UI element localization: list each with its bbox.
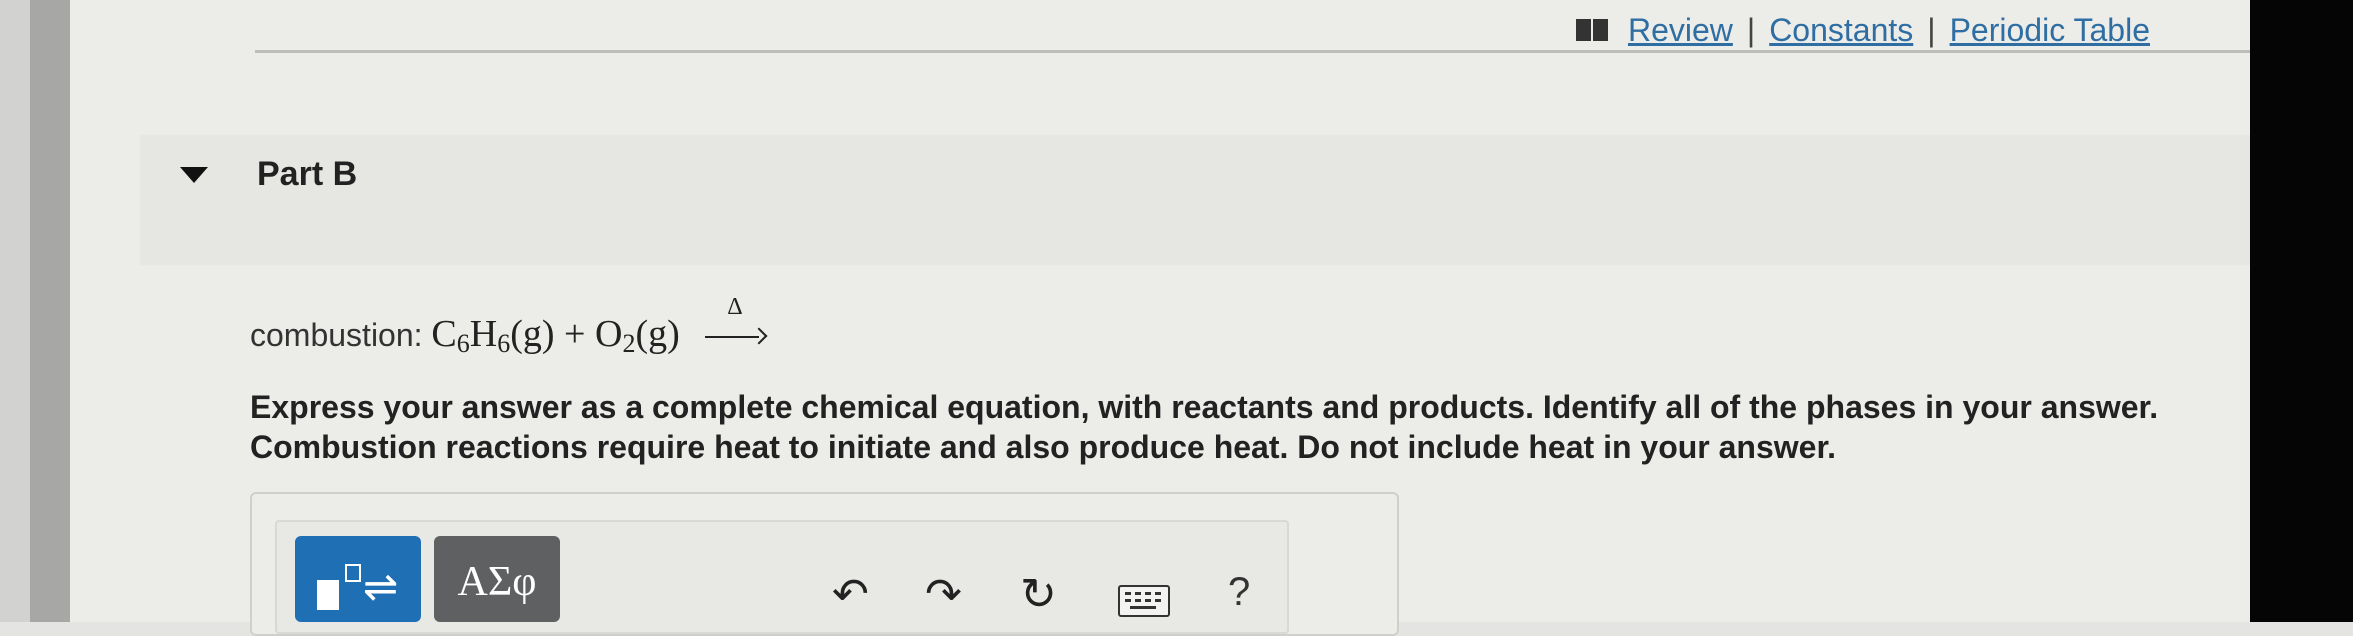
question-label: combustion:: [250, 317, 423, 353]
template-superscript-icon: [345, 564, 361, 582]
symbols-button[interactable]: ΑΣφ: [434, 536, 560, 622]
undo-icon[interactable]: ↶: [832, 570, 869, 620]
constants-link[interactable]: Constants: [1769, 12, 1913, 49]
book-icon: [1575, 19, 1608, 41]
equilibrium-arrow-icon: ⇌: [363, 562, 399, 611]
reaction-arrow-icon: Δ: [705, 294, 768, 348]
part-header[interactable]: [140, 135, 2250, 265]
subscript: 2: [622, 329, 636, 358]
keyboard-icon[interactable]: [1118, 585, 1170, 617]
reaction-expression: C6H6(g) + O2(g): [431, 313, 689, 358]
part-title: Part B: [257, 155, 358, 193]
link-separator: |: [1746, 11, 1756, 48]
resource-links: Review | Constants | Periodic Table: [1575, 8, 2150, 52]
subscript: 6: [497, 329, 511, 358]
help-button[interactable]: ?: [1228, 570, 1250, 615]
header-divider: [255, 50, 2250, 53]
template-square-icon: [317, 580, 339, 610]
element-symbol: O: [594, 313, 623, 355]
periodic-table-link[interactable]: Periodic Table: [1950, 12, 2150, 49]
element-symbol: H: [469, 313, 498, 355]
element-symbol: C: [431, 313, 457, 355]
link-separator: |: [1927, 11, 1936, 48]
heat-delta-label: Δ: [727, 294, 743, 320]
phase-label: (g): [510, 313, 555, 355]
templates-button[interactable]: ⇌: [295, 536, 421, 622]
question-equation: combustion: C6H6(g) + O2(g) Δ: [250, 294, 768, 359]
question-instructions: Express your answer as a complete chemic…: [250, 389, 2159, 465]
review-link[interactable]: Review: [1628, 12, 1733, 49]
right-edge-shadow: [2250, 0, 2353, 622]
redo-icon[interactable]: ↷: [925, 570, 962, 620]
collapse-caret-icon[interactable]: [180, 167, 208, 183]
phase-label: (g): [635, 313, 680, 355]
subscript: 6: [456, 329, 470, 358]
left-margin: [0, 0, 30, 622]
reset-icon[interactable]: ↻: [1020, 570, 1057, 620]
left-scroll-rail: [30, 0, 70, 622]
plus-sign: +: [564, 313, 586, 355]
